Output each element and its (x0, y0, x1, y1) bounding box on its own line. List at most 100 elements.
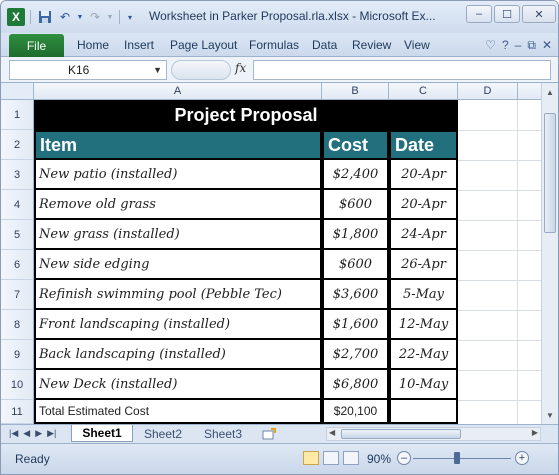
row-header[interactable]: 9 (1, 340, 34, 370)
vertical-scrollbar[interactable]: ▲ ▼ (541, 83, 558, 424)
normal-view-button[interactable] (303, 451, 319, 465)
date-cell[interactable]: 20-Apr (389, 190, 458, 220)
cost-cell[interactable]: $600 (322, 250, 389, 280)
header-item-cell[interactable]: Item (34, 130, 322, 160)
scroll-right-icon[interactable]: ▶ (532, 428, 538, 437)
total-cost-cell[interactable]: $20,100 (322, 400, 389, 424)
zoom-slider-track[interactable] (413, 458, 511, 459)
tab-data[interactable]: Data (312, 38, 337, 52)
column-header-d[interactable]: D (458, 83, 518, 100)
date-cell[interactable]: 22-May (389, 340, 458, 370)
next-sheet-icon[interactable]: ▶ (35, 428, 42, 439)
insert-worksheet-icon[interactable] (259, 425, 279, 442)
total-label-cell[interactable]: Total Estimated Cost (34, 400, 322, 424)
page-break-view-button[interactable] (343, 451, 359, 465)
restore-window-icon[interactable]: ⧉ (527, 38, 536, 53)
cost-cell[interactable]: $3,600 (322, 280, 389, 310)
sheet-tab-sheet2[interactable]: Sheet2 (135, 425, 191, 442)
scroll-down-icon[interactable]: ▼ (544, 409, 556, 421)
customize-qat-icon[interactable]: ▾ (125, 8, 135, 26)
chevron-down-icon[interactable]: ▼ (76, 8, 84, 26)
sheet-tab-sheet3[interactable]: Sheet3 (195, 425, 251, 442)
item-cell[interactable]: Remove old grass (34, 190, 322, 220)
sheet-tab-sheet1[interactable]: Sheet1 (71, 425, 133, 442)
row-header[interactable]: 3 (1, 160, 34, 190)
zoom-slider-thumb[interactable] (453, 452, 460, 464)
cost-cell[interactable]: $2,400 (322, 160, 389, 190)
tab-file[interactable]: File (9, 34, 64, 57)
row-header[interactable]: 10 (1, 370, 34, 400)
row-header[interactable]: 1 (1, 100, 34, 130)
date-cell[interactable]: 10-May (389, 370, 458, 400)
tab-page-layout[interactable]: Page Layout (170, 38, 237, 52)
date-cell[interactable]: 20-Apr (389, 160, 458, 190)
maximize-button[interactable]: ☐ (494, 5, 520, 23)
item-cell[interactable]: New side edging (34, 250, 322, 280)
ribbon-minimize-icon[interactable]: – (515, 38, 522, 53)
tab-insert[interactable]: Insert (124, 38, 154, 52)
tab-view[interactable]: View (404, 38, 430, 52)
prev-sheet-icon[interactable]: ◀ (23, 428, 30, 439)
row-header[interactable]: 5 (1, 220, 34, 250)
heart-icon[interactable]: ♡ (485, 38, 496, 53)
excel-logo-icon[interactable]: X (7, 8, 25, 26)
spreadsheet-grid[interactable]: A B C D 1 2 3 4 5 6 7 8 9 10 11 Project … (1, 83, 558, 424)
total-date-cell[interactable] (389, 400, 458, 424)
insert-function-icon[interactable]: fx (235, 61, 246, 75)
cost-cell[interactable]: $1,800 (322, 220, 389, 250)
column-header-a[interactable]: A (34, 83, 322, 100)
zoom-in-button[interactable]: + (515, 451, 529, 465)
last-sheet-icon[interactable]: ▶| (47, 428, 56, 439)
item-cell[interactable]: Front landscaping (installed) (34, 310, 322, 340)
formula-input[interactable] (253, 60, 551, 80)
row-header[interactable]: 4 (1, 190, 34, 220)
date-cell[interactable]: 26-Apr (389, 250, 458, 280)
item-cell[interactable]: Refinish swimming pool (Pebble Tec) (34, 280, 322, 310)
cost-cell[interactable]: $2,700 (322, 340, 389, 370)
scroll-up-icon[interactable]: ▲ (544, 86, 556, 98)
page-layout-view-button[interactable] (323, 451, 339, 465)
item-cell[interactable]: Back landscaping (installed) (34, 340, 322, 370)
cost-cell[interactable]: $600 (322, 190, 389, 220)
item-cell[interactable]: New patio (installed) (34, 160, 322, 190)
row-header[interactable]: 7 (1, 280, 34, 310)
item-cell[interactable]: New grass (installed) (34, 220, 322, 250)
column-header-b[interactable]: B (322, 83, 389, 100)
vertical-scroll-thumb[interactable] (544, 113, 556, 233)
zoom-level[interactable]: 90% (367, 452, 391, 466)
zoom-out-button[interactable]: – (397, 451, 411, 465)
undo-icon[interactable]: ↶ (56, 8, 74, 26)
header-cost-cell[interactable]: Cost (322, 130, 389, 160)
tab-home[interactable]: Home (77, 38, 109, 52)
header-date-cell[interactable]: Date (389, 130, 458, 160)
row-header[interactable]: 6 (1, 250, 34, 280)
minimize-button[interactable]: – (466, 5, 492, 23)
select-all-corner[interactable] (1, 83, 34, 100)
proposal-title-cell[interactable]: Project Proposal (34, 100, 458, 130)
chevron-down-icon[interactable]: ▼ (153, 61, 162, 79)
row-header[interactable]: 11 (1, 400, 34, 424)
date-cell[interactable]: 12-May (389, 310, 458, 340)
row-header[interactable]: 2 (1, 130, 34, 160)
first-sheet-icon[interactable]: |◀ (9, 428, 18, 439)
tab-formulas[interactable]: Formulas (249, 38, 299, 52)
help-icon[interactable]: ? (502, 38, 509, 53)
horizontal-scroll-thumb[interactable] (341, 429, 461, 439)
formula-bar-resize-handle[interactable] (171, 60, 231, 80)
close-button[interactable]: ✕ (522, 5, 556, 23)
tab-review[interactable]: Review (352, 38, 391, 52)
date-cell[interactable]: 5-May (389, 280, 458, 310)
chevron-down-icon[interactable]: ▼ (106, 8, 114, 26)
name-box[interactable]: K16 ▼ (9, 60, 167, 80)
column-header-c[interactable]: C (389, 83, 458, 100)
redo-icon[interactable]: ↷ (86, 8, 104, 26)
horizontal-scrollbar[interactable]: ◀ ▶ (326, 427, 541, 441)
close-workbook-icon[interactable]: ✕ (542, 38, 552, 53)
row-header[interactable]: 8 (1, 310, 34, 340)
cost-cell[interactable]: $6,800 (322, 370, 389, 400)
date-cell[interactable]: 24-Apr (389, 220, 458, 250)
save-icon[interactable] (36, 8, 54, 26)
cost-cell[interactable]: $1,600 (322, 310, 389, 340)
item-cell[interactable]: New Deck (installed) (34, 370, 322, 400)
scroll-left-icon[interactable]: ◀ (329, 428, 335, 437)
